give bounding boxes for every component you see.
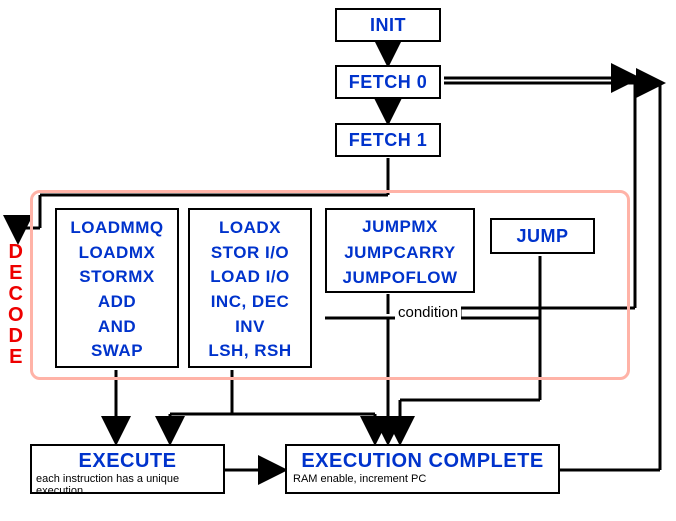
node-fetch1: FETCH 1 [335,123,441,157]
node-group2: LOADX STOR I/O LOAD I/O INC, DEC INV LSH… [188,208,312,368]
node-init: INIT [335,8,441,42]
node-group1: LOADMMQ LOADMX STORMX ADD AND SWAP [55,208,179,368]
condition-label: condition [395,304,461,321]
node-group3: JUMPMX JUMPCARRY JUMPOFLOW [325,208,475,293]
node-jump: JUMP [490,218,595,254]
node-execute: EXECUTE each instruction has a unique ex… [30,444,225,494]
node-execution-complete: EXECUTION COMPLETE RAM enable, increment… [285,444,560,494]
node-fetch0: FETCH 0 [335,65,441,99]
decode-label: D E C O D E [8,242,24,368]
